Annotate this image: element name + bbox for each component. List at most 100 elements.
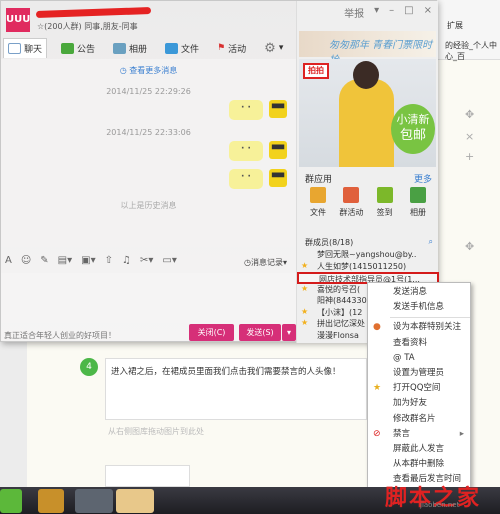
tab-bar: 聊天 公告 相册 文件 ⚑ 活动 ⚙ ▾ (3, 37, 287, 59)
emoji-icon[interactable]: ☺ (21, 255, 31, 266)
move-icon[interactable]: ✥ (465, 240, 474, 253)
next-step-box[interactable] (105, 465, 190, 487)
tab-label: 活动 (228, 44, 247, 55)
activity-icon (343, 187, 360, 203)
gear-icon: ⚙ (264, 40, 276, 56)
extend-button[interactable]: 扩展 (447, 20, 463, 31)
send-options-button[interactable]: ▾ (282, 324, 296, 341)
apps-more-link[interactable]: 更多 (414, 172, 432, 185)
more-messages-link[interactable]: ◷ 查看更多消息 (1, 65, 296, 76)
member-name: 漫漫Flonsa (317, 330, 359, 340)
record-label: 消息记录 (250, 258, 283, 267)
submenu-arrow-icon: ▸ (459, 428, 464, 439)
report-button[interactable]: 举报 (344, 5, 364, 20)
app-icon[interactable] (38, 489, 64, 513)
app-label: 群活动 (339, 208, 364, 217)
maximize-button[interactable]: □ (404, 5, 413, 20)
taskbar-window-active[interactable] (116, 489, 154, 513)
search-icon[interactable]: ⌕ (429, 237, 433, 247)
screenshot-icon[interactable]: ▤▾ (58, 255, 72, 266)
tab-files[interactable]: 文件 (161, 39, 203, 58)
tab-title: 的经验_个人中心_百 (445, 41, 497, 61)
menu-remove[interactable]: 从本群中删除 (368, 457, 470, 472)
menu-view-profile[interactable]: 查看资料 (368, 336, 470, 351)
mute-icon: ⊘ (373, 428, 381, 439)
menu-label: 禁言 (393, 428, 411, 439)
close-icon[interactable]: × (465, 130, 474, 143)
browser-toolbar: 的经验_个人中心_百 扩展 (437, 0, 500, 61)
tab-album[interactable]: 相册 (109, 39, 151, 58)
member-item[interactable]: 梦回无限~yangshou@by.. (297, 249, 439, 261)
more-icon[interactable]: ▭▾ (162, 255, 176, 266)
member-name: 【小沫】(12 (317, 307, 363, 317)
avatar[interactable]: ▀▀ (269, 100, 287, 118)
tab-label: 公告 (77, 44, 96, 55)
menu-edit-card[interactable]: 修改群名片 (368, 412, 470, 427)
upload-icon[interactable]: ⇧ (105, 255, 113, 266)
member-name: 喜悦的号召( (317, 284, 361, 294)
close-button[interactable]: 关闭(C) (189, 324, 234, 341)
app-checkin[interactable]: 签到 (370, 187, 400, 218)
menu-set-admin[interactable]: 设置为管理员 (368, 366, 470, 381)
magic-icon[interactable]: ✎ (40, 255, 48, 266)
step-number: 4 (80, 358, 98, 376)
ad-text[interactable]: 真正适合年轻人创业的好项目！ (4, 330, 116, 341)
group-subtitle: ☆(200人群) 同事,朋友-同事 (37, 22, 138, 31)
checkin-icon (376, 187, 393, 203)
music-icon[interactable]: ♫ (122, 255, 131, 266)
message-time: 2014/11/25 22:29:26 (106, 87, 191, 96)
more-label: 查看更多消息 (129, 66, 178, 75)
member-name: 梦回无限~yangshou@by.. (317, 250, 417, 259)
message-time: 2014/11/25 22:33:06 (106, 128, 191, 137)
photo-icon (113, 42, 127, 54)
menu-special-follow[interactable]: ● 设为本群特别关注 (368, 320, 470, 335)
app-activity[interactable]: 群活动 (336, 187, 366, 218)
send-button[interactable]: 发送(S) (239, 324, 281, 341)
photo-icon (409, 187, 426, 203)
menu-send-message[interactable]: 发送消息 (368, 285, 470, 300)
step-text-box[interactable]: 进入裙之后，在裙成员里面我们点击我们需要禁言的人头像！ (105, 358, 367, 420)
settings-button[interactable]: ⚙ ▾ (260, 38, 287, 59)
avatar[interactable]: ▀▀ (269, 141, 287, 159)
menu-block[interactable]: 屏蔽此人发言 (368, 442, 470, 457)
move-icon[interactable]: ✥ (465, 108, 474, 121)
avatar[interactable]: ▀▀ (269, 169, 287, 187)
close-window-button[interactable]: × (424, 5, 432, 20)
member-name: 人生如梦(1415011250) (317, 261, 407, 271)
context-menu: 发送消息 发送手机信息 ● 设为本群特别关注 查看资料 @ TA 设置为管理员 ★… (367, 282, 471, 504)
ad-image[interactable]: 拍拍 小清新 包邮 (299, 59, 436, 167)
member-item[interactable]: ★ 人生如梦(1415011250) (297, 261, 439, 273)
font-icon[interactable]: A (5, 255, 12, 266)
menu-at-ta[interactable]: @ TA (368, 351, 470, 366)
redacted-title (35, 6, 152, 19)
megaphone-icon (61, 42, 75, 54)
message-input[interactable] (1, 273, 297, 323)
menu-send-sms[interactable]: 发送手机信息 (368, 300, 470, 315)
star-icon: ★ (301, 306, 309, 316)
menu-open-qzone[interactable]: ★ 打开QQ空间 (368, 381, 470, 396)
scissors-icon[interactable]: ✂▾ (140, 255, 153, 266)
message-bubble: · · (229, 141, 263, 161)
minimize-button[interactable]: – (389, 5, 394, 20)
app-files[interactable]: 文件 (303, 187, 333, 218)
tab-notice[interactable]: 公告 (57, 39, 99, 58)
menu-add-friend[interactable]: 加为好友 (368, 396, 470, 411)
add-icon[interactable]: + (465, 150, 474, 163)
menu-mute[interactable]: ⊘ 禁言 ▸ (368, 427, 470, 442)
apps-title: 群应用 (305, 175, 333, 185)
tab-chat[interactable]: 聊天 (3, 38, 48, 58)
follow-icon: ● (373, 322, 381, 333)
taskbar-window[interactable] (75, 489, 113, 513)
banner-ad[interactable]: 匆匆那年 青春门票限时抢 (299, 31, 436, 66)
watermark-sub: jiaoben.net (420, 501, 460, 509)
tab-activity[interactable]: ⚑ 活动 (213, 39, 250, 58)
message-record-button[interactable]: ◷消息记录▾ (244, 257, 287, 268)
image-icon[interactable]: ▣▾ (81, 255, 95, 266)
tab-label: 相册 (129, 44, 148, 55)
folder-icon (165, 42, 179, 54)
tab-label: 聊天 (24, 45, 43, 55)
menu-separator (390, 317, 470, 319)
menu-button[interactable]: ▾ (374, 5, 379, 20)
wechat-icon[interactable] (0, 489, 22, 513)
app-album[interactable]: 相册 (403, 187, 433, 218)
